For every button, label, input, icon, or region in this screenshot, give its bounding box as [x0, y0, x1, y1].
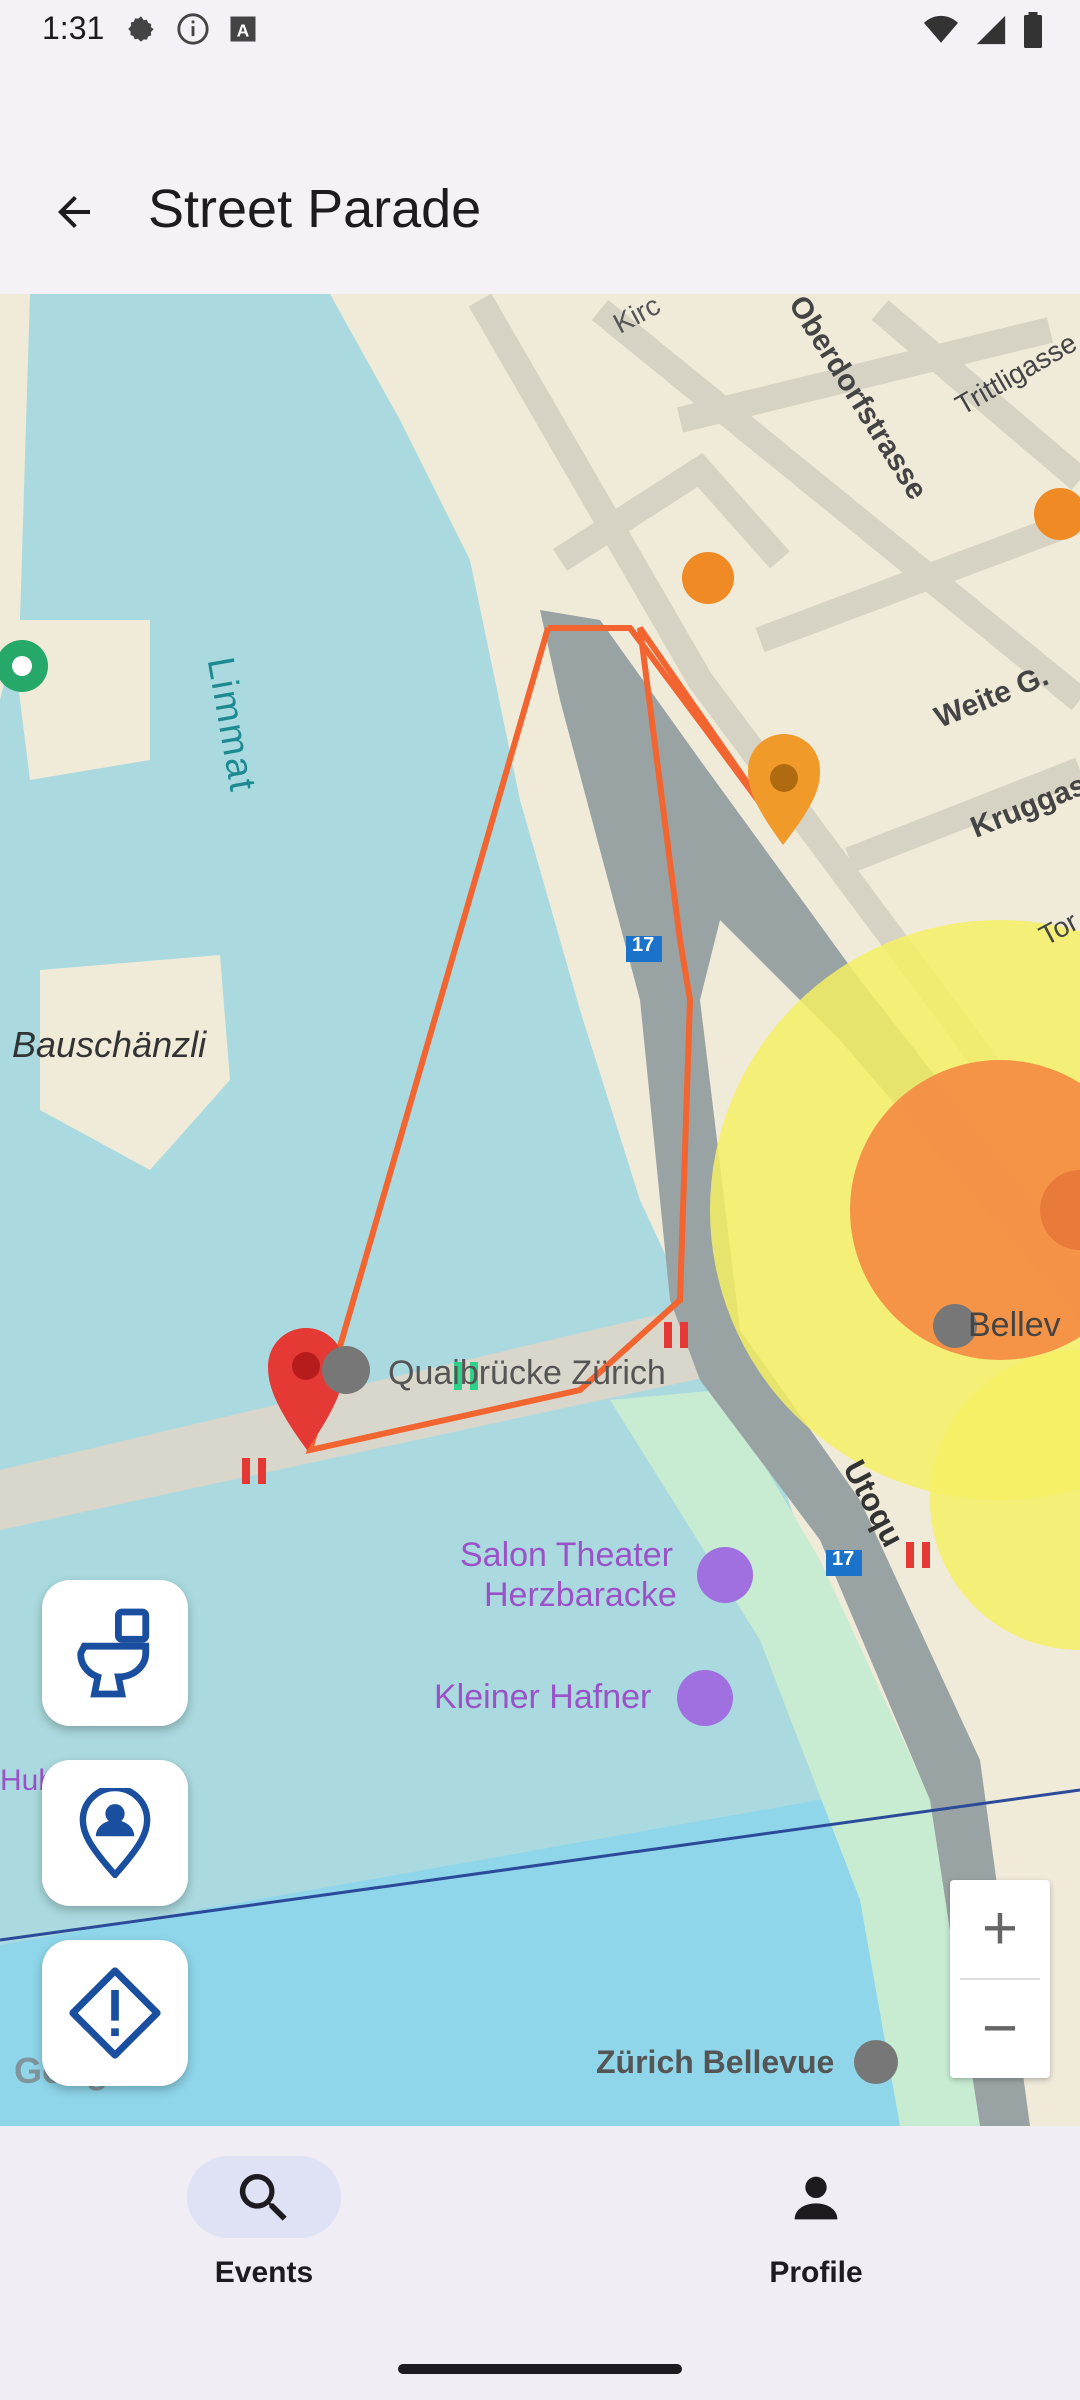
- wifi-icon: [924, 15, 958, 43]
- back-button[interactable]: [36, 174, 112, 250]
- settings-icon: [128, 16, 154, 42]
- label-bauschanzli: Bauschänzli: [12, 1024, 207, 1065]
- label-kleiner-hafner: Kleiner Hafner: [434, 1678, 652, 1716]
- nav-label-events: Events: [214, 2256, 314, 2289]
- status-time: 1:31: [42, 10, 105, 46]
- nav-item-events[interactable]: Events: [154, 2156, 374, 2306]
- label-bellevue: Bellev: [968, 1306, 1061, 1344]
- search-icon: [239, 2174, 287, 2221]
- status-icons-left: A: [124, 12, 258, 46]
- location-person-button[interactable]: [42, 1760, 188, 1906]
- person-pin-icon: [79, 1788, 151, 1878]
- person-icon: [794, 2176, 838, 2220]
- status-bar: 1:31 A: [0, 0, 1080, 64]
- battery-icon: [1024, 12, 1042, 48]
- page-title: Street Parade: [148, 179, 482, 239]
- label-zurich-bellevue: Zürich Bellevue: [596, 2044, 835, 2080]
- zoom-controls: + −: [950, 1880, 1050, 2078]
- bellevue-station-poi: [854, 2040, 898, 2084]
- label-quaibrucke: Quaibrücke Zürich: [388, 1354, 666, 1392]
- nav-item-profile[interactable]: Profile: [706, 2156, 926, 2306]
- label-tram-17-2: 17: [832, 1548, 855, 1570]
- bridge-poi: [322, 1346, 370, 1394]
- report-button[interactable]: [42, 1940, 188, 2086]
- status-icons-right: [922, 12, 1044, 48]
- arrow-back-icon: [58, 196, 90, 228]
- toilet-button[interactable]: [42, 1580, 188, 1726]
- zoom-out-button[interactable]: −: [950, 1980, 1050, 2078]
- toilet-icon: [77, 1608, 150, 1698]
- restaurant-pin: [682, 552, 734, 604]
- map-view[interactable]: Limmat Bauschänzli Quaibrücke Zürich Sal…: [0, 294, 1080, 2126]
- svg-text:A: A: [237, 21, 250, 41]
- theater-poi: [697, 1547, 753, 1603]
- zoom-in-button[interactable]: +: [950, 1880, 1050, 1978]
- warning-diamond-icon: [69, 1967, 161, 2059]
- font-icon: A: [230, 16, 256, 42]
- home-indicator: [398, 2364, 682, 2374]
- app-bar: Street Parade: [0, 64, 1080, 294]
- nav-label-profile: Profile: [769, 2256, 863, 2289]
- castle-poi: [677, 1670, 733, 1726]
- label-salon-theater-2: Herzbaracke: [484, 1576, 677, 1614]
- bottom-navigation: Events Profile: [0, 2126, 1080, 2400]
- signal-icon: [976, 15, 1006, 45]
- label-tram-17: 17: [632, 934, 655, 956]
- info-icon: [177, 13, 209, 45]
- label-salon-theater-1: Salon Theater: [460, 1536, 673, 1574]
